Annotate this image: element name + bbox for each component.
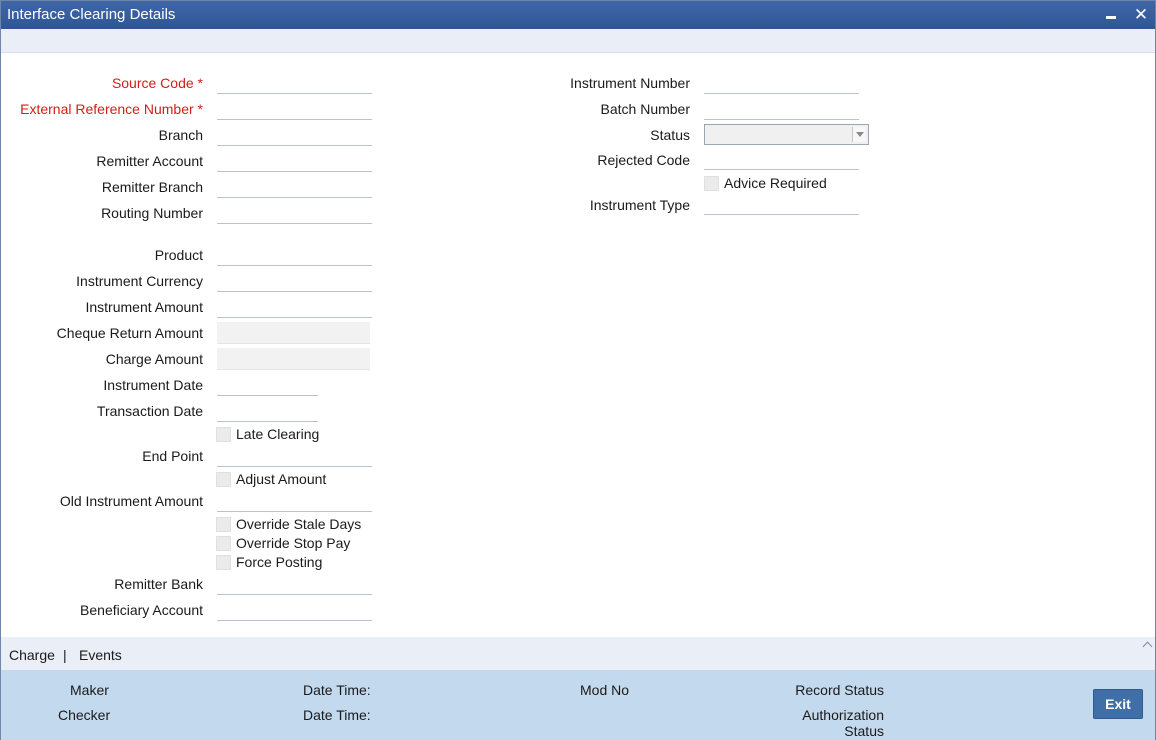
instrument-number-label: Instrument Number [570,75,690,91]
interface-clearing-window: Interface Clearing Details ✕ Source Code… [0,0,1156,740]
rejected-code-field[interactable] [704,148,859,170]
exit-button[interactable]: Exit [1093,689,1143,719]
advice-required-checkbox[interactable] [704,176,719,191]
instrument-amount-label: Instrument Amount [85,299,203,315]
checker-date-time-label: Date Time: [303,707,371,723]
instrument-currency-field[interactable] [217,270,372,292]
maker-label: Maker [70,682,109,698]
charge-amount-field [217,348,370,370]
branch-label: Branch [158,127,203,143]
batch-number-label: Batch Number [600,101,690,117]
advice-required-label: Advice Required [724,175,827,191]
instrument-type-label: Instrument Type [589,197,690,213]
adjust-amount-checkbox[interactable] [216,472,231,487]
override-stale-days-checkbox[interactable] [216,517,231,532]
rejected-code-label: Rejected Code [597,152,690,168]
instrument-currency-label: Instrument Currency [76,273,203,289]
instrument-date-label: Instrument Date [103,377,203,393]
remitter-bank-label: Remitter Bank [114,576,203,592]
instrument-date-field[interactable] [217,374,318,396]
remitter-branch-label: Remitter Branch [101,179,203,195]
old-instrument-amount-field[interactable] [217,490,372,512]
title-bar: Interface Clearing Details ✕ [1,1,1155,29]
tab-events[interactable]: Events [79,647,122,663]
routing-number-label: Routing Number [101,205,203,221]
source-code-field[interactable] [217,72,372,94]
force-posting-label: Force Posting [236,554,323,570]
late-clearing-label: Late Clearing [236,426,320,442]
override-stop-pay-label: Override Stop Pay [236,535,351,551]
mod-no-label: Mod No [580,682,630,698]
authorization-status-label: Status [844,723,884,739]
remitter-bank-field[interactable] [217,573,372,595]
tab-charge[interactable]: Charge [9,647,55,663]
external-reference-number-label: External Reference Number * [20,101,203,117]
tab-separator: | [63,647,67,663]
beneficiary-account-field[interactable] [217,599,372,621]
close-icon[interactable]: ✕ [1131,5,1151,25]
authorization-label: Authorization [802,707,884,723]
tabs-bar: Charge | Events [1,637,1155,670]
checker-label: Checker [58,707,111,723]
branch-field[interactable] [217,124,372,146]
cheque-return-amount-label: Cheque Return Amount [56,325,203,341]
status-label: Status [650,127,690,143]
charge-amount-label: Charge Amount [105,351,203,367]
instrument-amount-field[interactable] [217,296,372,318]
override-stop-pay-checkbox[interactable] [216,536,231,551]
product-field[interactable] [217,244,372,266]
cheque-return-amount-field [217,322,370,344]
end-point-label: End Point [142,448,203,464]
routing-number-field[interactable] [217,202,372,224]
audit-footer: Maker Checker Date Time: Date Time: Mod … [1,670,1155,740]
toolbar-strip [1,29,1155,53]
record-status-label: Record Status [795,682,884,698]
status-select[interactable] [704,124,869,145]
minimize-icon[interactable] [1101,5,1121,25]
remitter-account-label: Remitter Account [96,153,203,169]
chevron-up-icon[interactable] [1142,639,1154,651]
end-point-field[interactable] [217,445,372,467]
remitter-account-field[interactable] [217,150,372,172]
window-title: Interface Clearing Details [7,6,176,23]
remitter-branch-field[interactable] [217,176,372,198]
transaction-date-field[interactable] [217,400,318,422]
product-label: Product [154,247,203,263]
late-clearing-checkbox[interactable] [216,427,231,442]
force-posting-checkbox[interactable] [216,555,231,570]
instrument-number-field[interactable] [704,72,859,94]
external-reference-number-field[interactable] [217,98,372,120]
chevron-down-icon [852,127,866,142]
batch-number-field[interactable] [704,98,859,120]
beneficiary-account-label: Beneficiary Account [80,602,203,618]
override-stale-days-label: Override Stale Days [236,516,362,532]
old-instrument-amount-label: Old Instrument Amount [59,493,203,509]
maker-date-time-label: Date Time: [303,682,371,698]
adjust-amount-label: Adjust Amount [236,471,327,487]
transaction-date-label: Transaction Date [96,403,203,419]
source-code-label: Source Code * [111,75,203,91]
instrument-type-field[interactable] [704,193,859,215]
